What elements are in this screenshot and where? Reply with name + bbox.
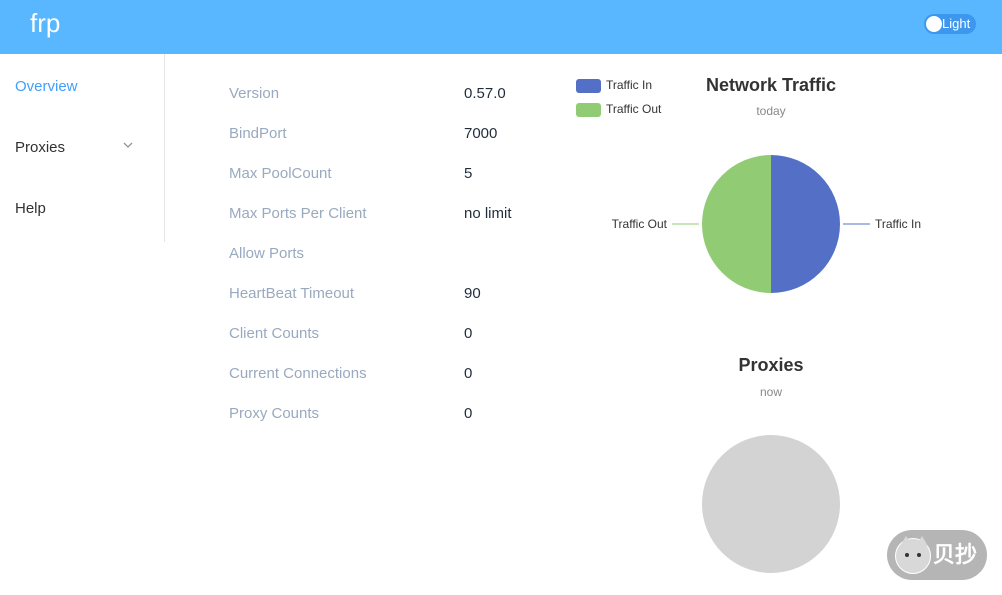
watermark-badge[interactable]: 贝抄 (887, 530, 987, 580)
chart-subtitle: today (756, 104, 786, 118)
info-label-bindport: BindPort (229, 125, 287, 142)
brand-logo[interactable]: frp (30, 8, 60, 38)
legend-swatch-traffic-in[interactable] (576, 79, 601, 93)
sidebar-item-label: Overview (15, 78, 78, 95)
sidebar-menu: Overview Proxies Help (0, 54, 165, 242)
info-value-bindport: 7000 (464, 125, 498, 142)
sidebar-item-label: Proxies (15, 139, 66, 156)
info-value-version: 0.57.0 (464, 85, 506, 102)
traffic-pie-svg: Traffic In Traffic Out (612, 155, 921, 293)
info-label-proxy-counts: Proxy Counts (229, 405, 320, 422)
chart-subtitle: now (759, 385, 782, 399)
empty-pie (702, 435, 840, 573)
theme-label: Light (942, 16, 971, 31)
chart-title: Proxies (738, 355, 804, 375)
toggle-knob (926, 16, 942, 32)
info-value-max-ports-per-client: no limit (464, 205, 512, 222)
sidebar-item-label: Help (15, 200, 46, 217)
sidebar-item-overview[interactable]: Overview (15, 75, 155, 99)
chevron-down-icon (123, 142, 133, 148)
pie-slice-traffic-out (702, 155, 771, 293)
info-value-client-counts: 0 (464, 325, 473, 342)
pie-slice-traffic-in (771, 155, 840, 293)
app-header: frp Light (0, 0, 1002, 54)
info-value-max-poolcount: 5 (464, 165, 473, 182)
chart-title: Network Traffic (705, 75, 837, 95)
info-value-proxy-counts: 0 (464, 405, 473, 422)
slice-label-traffic-in: Traffic In (875, 217, 921, 231)
sidebar-item-help[interactable]: Help (15, 197, 155, 221)
info-label-allow-ports: Allow Ports (229, 245, 305, 262)
slice-label-traffic-out: Traffic Out (612, 217, 668, 231)
sidebar-item-proxies[interactable]: Proxies (15, 136, 155, 160)
info-label-current-connections: Current Connections (229, 365, 367, 382)
info-label-client-counts: Client Counts (229, 325, 320, 342)
husky-icon (895, 536, 931, 574)
badge-text: 贝抄 (933, 542, 978, 567)
info-label-version: Version (229, 85, 280, 102)
info-label-heartbeat-timeout: HeartBeat Timeout (229, 285, 355, 302)
info-value-heartbeat-timeout: 90 (464, 285, 481, 302)
theme-toggle[interactable]: Light (924, 14, 976, 34)
proxies-pie-svg (702, 435, 840, 573)
info-label-max-poolcount: Max PoolCount (229, 165, 332, 182)
legend-swatch-traffic-out[interactable] (576, 103, 601, 117)
info-label-max-ports-per-client: Max Ports Per Client (229, 205, 367, 222)
info-value-current-connections: 0 (464, 365, 473, 382)
